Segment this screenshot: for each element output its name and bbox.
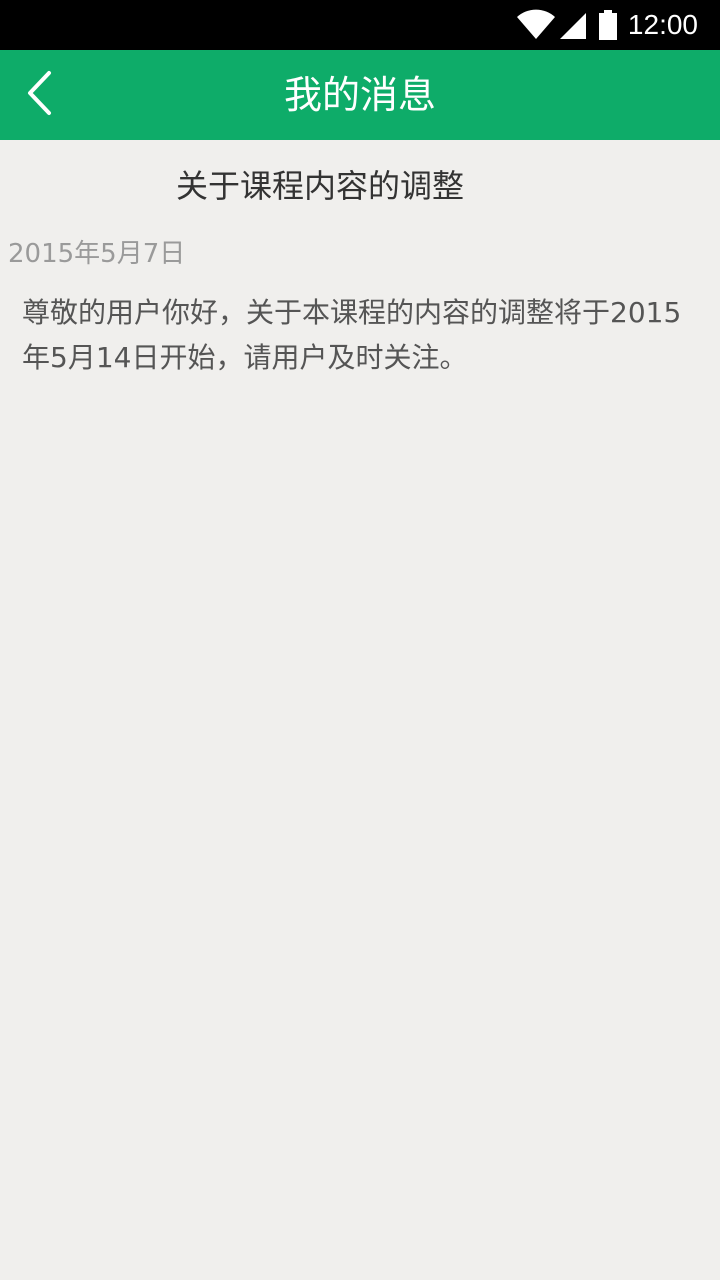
app-bar: 我的消息 [0,50,720,140]
page-title: 我的消息 [283,73,436,117]
message-date: 2015年5月7日 [8,239,186,269]
message-body: 尊敬的用户你好，关于本课程的内容的调整将于2015年5月14日开始，请用户及时关… [22,296,682,374]
chevron-left-icon [25,70,55,120]
wifi-icon [516,9,556,41]
battery-icon [598,9,618,41]
status-icons: 12:00 [516,0,698,50]
status-bar: 12:00 [0,0,720,50]
back-button[interactable] [0,50,80,140]
status-time: 12:00 [627,9,698,40]
message-title: 关于课程内容的调整 [175,167,464,205]
signal-icon [558,9,588,41]
